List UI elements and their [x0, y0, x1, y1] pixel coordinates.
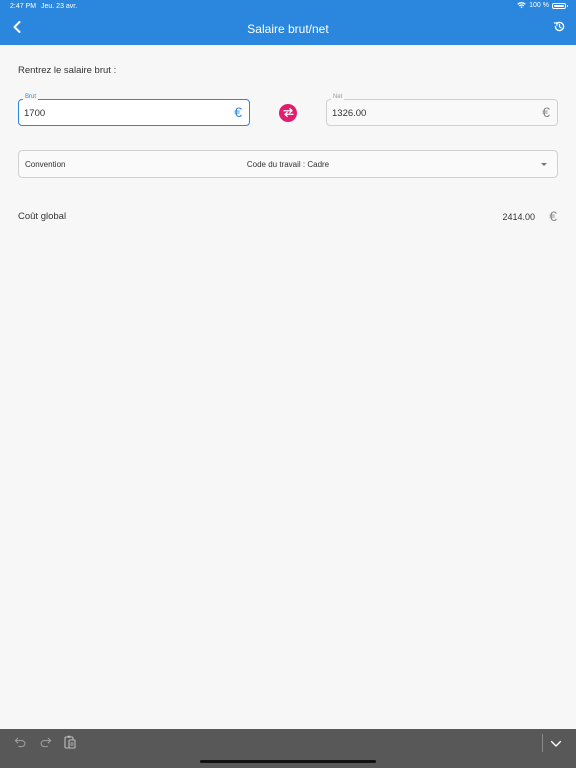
toolbar-divider [542, 734, 543, 752]
swap-button[interactable] [279, 104, 297, 122]
status-date: Jeu. 23 avr. [41, 3, 78, 10]
euro-icon: € [549, 208, 557, 224]
undo-icon [14, 735, 27, 753]
euro-icon: € [234, 104, 242, 120]
total-cost-label: Coût global [18, 211, 67, 222]
app-window: 2:47 PM Jeu. 23 avr. 100 % Salaire brut/… [0, 0, 576, 768]
nav-header: 2:47 PM Jeu. 23 avr. 100 % Salaire brut/… [0, 0, 576, 45]
keyboard-toolbar [0, 729, 576, 768]
home-indicator [200, 760, 376, 763]
status-time: 2:47 PM [10, 3, 37, 10]
history-icon [553, 20, 566, 38]
swap-arrows-icon [282, 104, 294, 122]
brut-label: Brut [23, 94, 39, 100]
page-title: Salaire brut/net [247, 22, 329, 36]
wifi-icon [517, 2, 526, 9]
euro-icon: € [542, 104, 550, 120]
convention-select[interactable]: Convention Code du travail : Cadre [18, 150, 558, 178]
brut-field[interactable]: Brut € [18, 94, 250, 126]
status-right: 100 % [517, 2, 568, 9]
redo-button[interactable] [37, 736, 53, 752]
input-prompt: Rentrez le salaire brut : [18, 65, 117, 76]
redo-icon [39, 735, 52, 753]
keyboard-hide-icon [550, 735, 562, 753]
undo-button[interactable] [12, 736, 28, 752]
net-input[interactable] [332, 105, 522, 121]
paste-icon [64, 735, 76, 754]
paste-button[interactable] [62, 735, 78, 754]
battery-percent: 100 % [529, 2, 549, 9]
history-button[interactable] [550, 20, 568, 38]
net-field[interactable]: Net € [326, 94, 558, 126]
status-bar: 2:47 PM Jeu. 23 avr. 100 % [0, 0, 576, 14]
convention-value: Code du travail : Cadre [246, 160, 330, 169]
total-cost-value: 2414.00 [502, 212, 535, 222]
brut-input[interactable] [24, 105, 214, 121]
caret-down-icon [541, 163, 547, 166]
hide-keyboard-button[interactable] [548, 736, 564, 752]
battery-icon [552, 2, 568, 9]
net-label: Net [331, 94, 345, 100]
